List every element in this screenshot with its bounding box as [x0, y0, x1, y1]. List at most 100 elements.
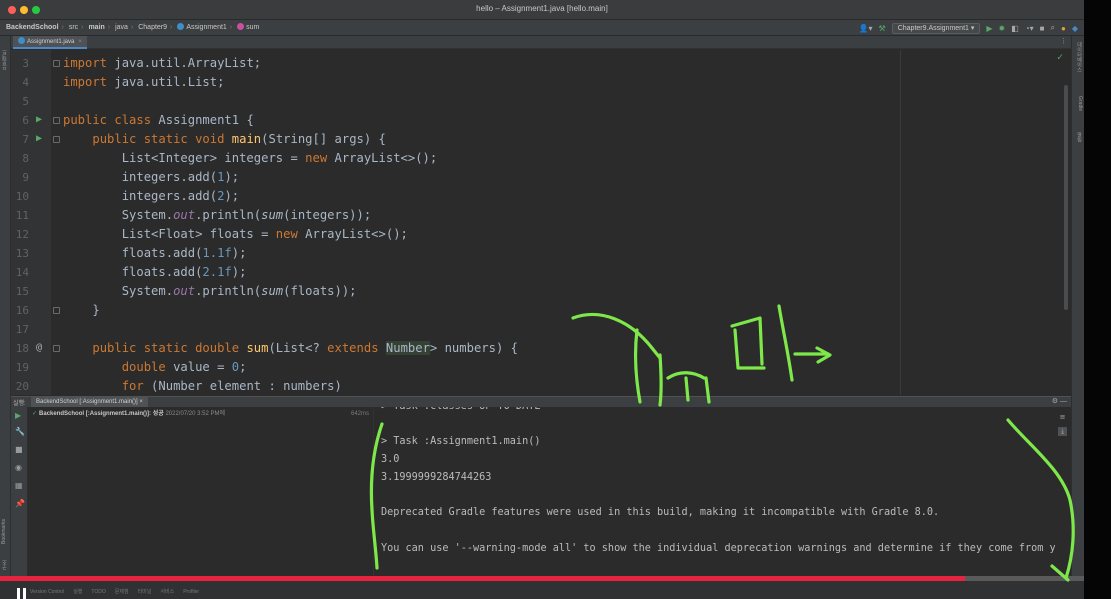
stop-run-icon[interactable]: ■	[15, 445, 23, 454]
breadcrumb-class[interactable]: Assignment1	[186, 24, 226, 31]
tool-window-button[interactable]: Profiler	[183, 589, 199, 595]
rerun-icon[interactable]: ▶	[15, 411, 21, 420]
tool-window-button[interactable]: 서비스	[160, 589, 174, 595]
code-line[interactable]: 11 System.out.println(sum(integers));	[11, 206, 1071, 225]
eye-icon[interactable]: ◉	[15, 463, 22, 472]
run-window-settings[interactable]: ⚙ —	[1052, 397, 1067, 405]
user-icon[interactable]: 👤▾	[859, 24, 873, 33]
run-gutter-icon[interactable]: ▶	[36, 134, 42, 144]
letterbox-right	[1084, 0, 1111, 599]
tool-window-button[interactable]: TODO	[91, 589, 105, 595]
code-line[interactable]: 6 ▶ public class Assignment1 {	[11, 111, 1071, 130]
code-text: double value = 0;	[63, 358, 247, 377]
project-tool-button[interactable]: 프로젝트	[1, 40, 10, 70]
gradle-tool-button[interactable]: Gradle	[1074, 96, 1083, 122]
line-number: 16	[15, 304, 29, 317]
code-editor[interactable]: 3 import java.util.ArrayList; 4 import java…	[11, 50, 1071, 395]
pause-icon[interactable]	[17, 588, 26, 599]
structure-tool-button[interactable]: 구조	[1, 556, 10, 570]
fold-icon[interactable]	[53, 345, 60, 352]
code-line[interactable]: 7 ▶ public static void main(String[] args…	[11, 130, 1071, 149]
code-token: sum	[246, 341, 269, 355]
code-text: System.out.println(sum(integers));	[63, 206, 372, 225]
code-line[interactable]: 15 System.out.println(sum(floats));	[11, 282, 1071, 301]
run-results-tree: ✓ BackendSchool [:Assignment1.main()]: 성공…	[28, 407, 374, 576]
code-token: );	[231, 265, 247, 279]
run-result-item[interactable]: ✓ BackendSchool [:Assignment1.main()]: 성공…	[32, 409, 368, 419]
editor-scrollbar[interactable]	[1064, 85, 1068, 310]
tool-window-button[interactable]: Version Control	[30, 589, 64, 595]
code-line[interactable]: 13 floats.add(1.1f);	[11, 244, 1071, 263]
run-console-output[interactable]: > Task :classes UP-TO-DATE > Task :Assign…	[375, 407, 1055, 576]
pin-icon[interactable]: 📌	[15, 499, 25, 508]
tool-window-button[interactable]: 실행	[73, 589, 82, 595]
profile-icon[interactable]: ◔▾	[1025, 24, 1034, 33]
run-gutter-icon[interactable]: ▶	[36, 115, 42, 125]
breadcrumb-method[interactable]: sum	[246, 24, 259, 31]
fold-icon[interactable]	[53, 136, 60, 143]
code-token: Assignment1 {	[151, 113, 254, 127]
soft-wrap-icon[interactable]: ≡	[1058, 413, 1067, 422]
code-text: }	[63, 301, 100, 320]
code-line[interactable]: 4 import java.util.List;	[11, 73, 1071, 92]
tool-window-button[interactable]: 터미널	[138, 589, 152, 595]
breadcrumb-package[interactable]: Chapter9	[138, 24, 167, 31]
editor-tab[interactable]: Assignment1.java ×	[13, 36, 87, 49]
more-options-icon[interactable]: ⋮	[1060, 37, 1067, 45]
breadcrumb-java[interactable]: java	[115, 24, 128, 31]
code-line[interactable]: 10 integers.add(2);	[11, 187, 1071, 206]
code-line[interactable]: 17	[11, 320, 1071, 339]
coverage-icon[interactable]: ◧	[1011, 24, 1019, 33]
scroll-to-end-icon[interactable]: ⤓	[1058, 427, 1067, 436]
breadcrumb-project[interactable]: BackendSchool	[6, 24, 59, 31]
stop-icon[interactable]: ■	[1040, 24, 1045, 33]
update-icon[interactable]: ●	[1061, 24, 1066, 33]
build-hammer-icon[interactable]: ⚒	[879, 24, 886, 33]
code-token: }	[63, 303, 100, 317]
run-icon[interactable]: ▶	[986, 24, 992, 33]
code-line[interactable]: 8 List<Integer> integers = new ArrayList…	[11, 149, 1071, 168]
code-line[interactable]: 18 @ public static double sum(List<? exte…	[11, 339, 1071, 358]
database-tool-button[interactable]: 데이터베이스	[1074, 42, 1083, 86]
annotation-gutter-icon: @	[36, 342, 43, 353]
code-line[interactable]: 12 List<Float> floats = new ArrayList<>(…	[11, 225, 1071, 244]
code-line[interactable]: 16 }	[11, 301, 1071, 320]
run-tab[interactable]: BackendSchool [:Assignment1.main()] ×	[31, 397, 148, 407]
close-tab-icon[interactable]: ×	[78, 39, 82, 45]
breadcrumb-src[interactable]: src	[69, 24, 78, 31]
code-line[interactable]: 3 import java.util.ArrayList;	[11, 54, 1071, 73]
fold-icon[interactable]	[53, 307, 60, 314]
line-number: 6	[22, 114, 29, 127]
code-token: > numbers) {	[429, 341, 518, 355]
code-token: main	[231, 132, 262, 146]
code-token: public static double	[92, 341, 240, 355]
line-number: 4	[22, 76, 29, 89]
breadcrumb-main[interactable]: main	[88, 24, 104, 31]
video-progress-fill	[0, 576, 965, 581]
plugin-icon[interactable]: ◆	[1072, 24, 1078, 33]
code-token: public static void	[92, 132, 225, 146]
right-tool-strip: 데이터베이스 Gradle 알림	[1071, 36, 1084, 576]
console-line: 3.1999999284744263	[381, 471, 492, 483]
notifications-tool-button[interactable]: 알림	[1074, 132, 1083, 148]
code-token: System.	[63, 284, 174, 298]
line-number: 17	[15, 323, 29, 336]
code-line[interactable]: 14 floats.add(2.1f);	[11, 263, 1071, 282]
wrench-icon[interactable]: 🔧	[15, 427, 25, 436]
code-line[interactable]: 19 double value = 0;	[11, 358, 1071, 377]
code-line[interactable]: 5	[11, 92, 1071, 111]
layout-icon[interactable]: ▦	[15, 481, 23, 490]
code-line[interactable]: 20 for (Number element : numbers)	[11, 377, 1071, 395]
fold-icon[interactable]	[53, 117, 60, 124]
code-token: out	[173, 284, 196, 298]
code-token: List<Integer> integers =	[63, 151, 306, 165]
code-line[interactable]: 9 integers.add(1);	[11, 168, 1071, 187]
bookmarks-tool-button[interactable]: Bookmarks	[1, 504, 10, 544]
debug-icon[interactable]: ✹	[999, 24, 1006, 33]
run-configuration-select[interactable]: Chapter9.Assignment1 ▾	[891, 22, 981, 34]
search-icon[interactable]: ⌕	[1051, 23, 1055, 33]
code-text: integers.add(1);	[63, 168, 239, 187]
tool-window-button[interactable]: 문제점	[115, 589, 129, 595]
line-number: 12	[15, 228, 29, 241]
fold-icon[interactable]	[53, 60, 60, 67]
